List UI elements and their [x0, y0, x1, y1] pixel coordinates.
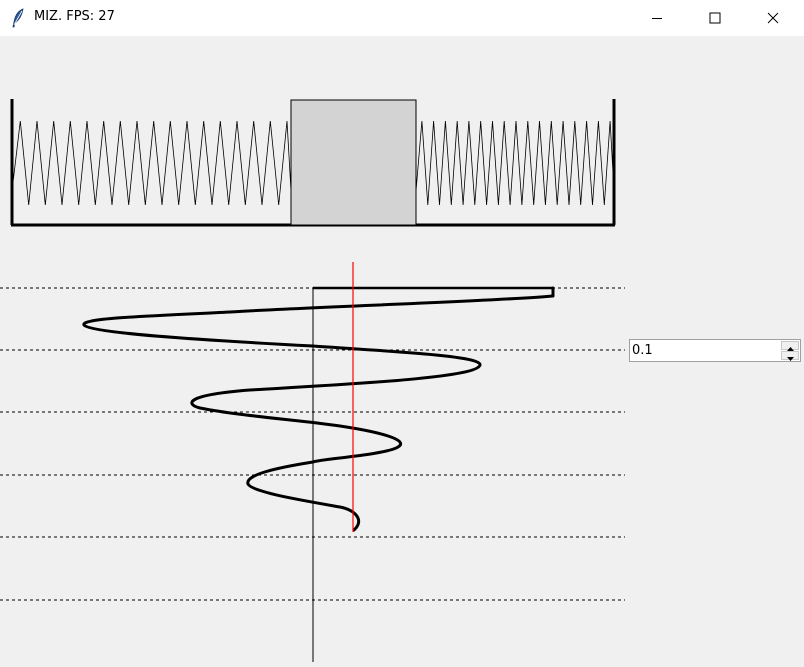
displacement-trace [82, 286, 555, 532]
spin-down-button[interactable] [781, 351, 799, 361]
close-button[interactable] [744, 0, 802, 36]
maximize-icon [709, 12, 721, 24]
minimize-icon [651, 12, 663, 24]
right-spring [415, 120, 615, 206]
minimize-button[interactable] [628, 0, 686, 36]
damping-input[interactable] [632, 340, 778, 361]
maximize-button[interactable] [686, 0, 744, 36]
app-window: MIZ. FPS: 27 [0, 0, 804, 667]
window-title: MIZ. FPS: 27 [34, 9, 115, 24]
mass-block [290, 99, 417, 226]
damping-spinbox[interactable] [629, 339, 801, 362]
triangle-down-icon [786, 346, 794, 365]
close-icon [767, 12, 779, 24]
left-spring [11, 120, 292, 206]
title-bar[interactable]: MIZ. FPS: 27 [0, 0, 804, 36]
feather-icon [10, 8, 26, 28]
